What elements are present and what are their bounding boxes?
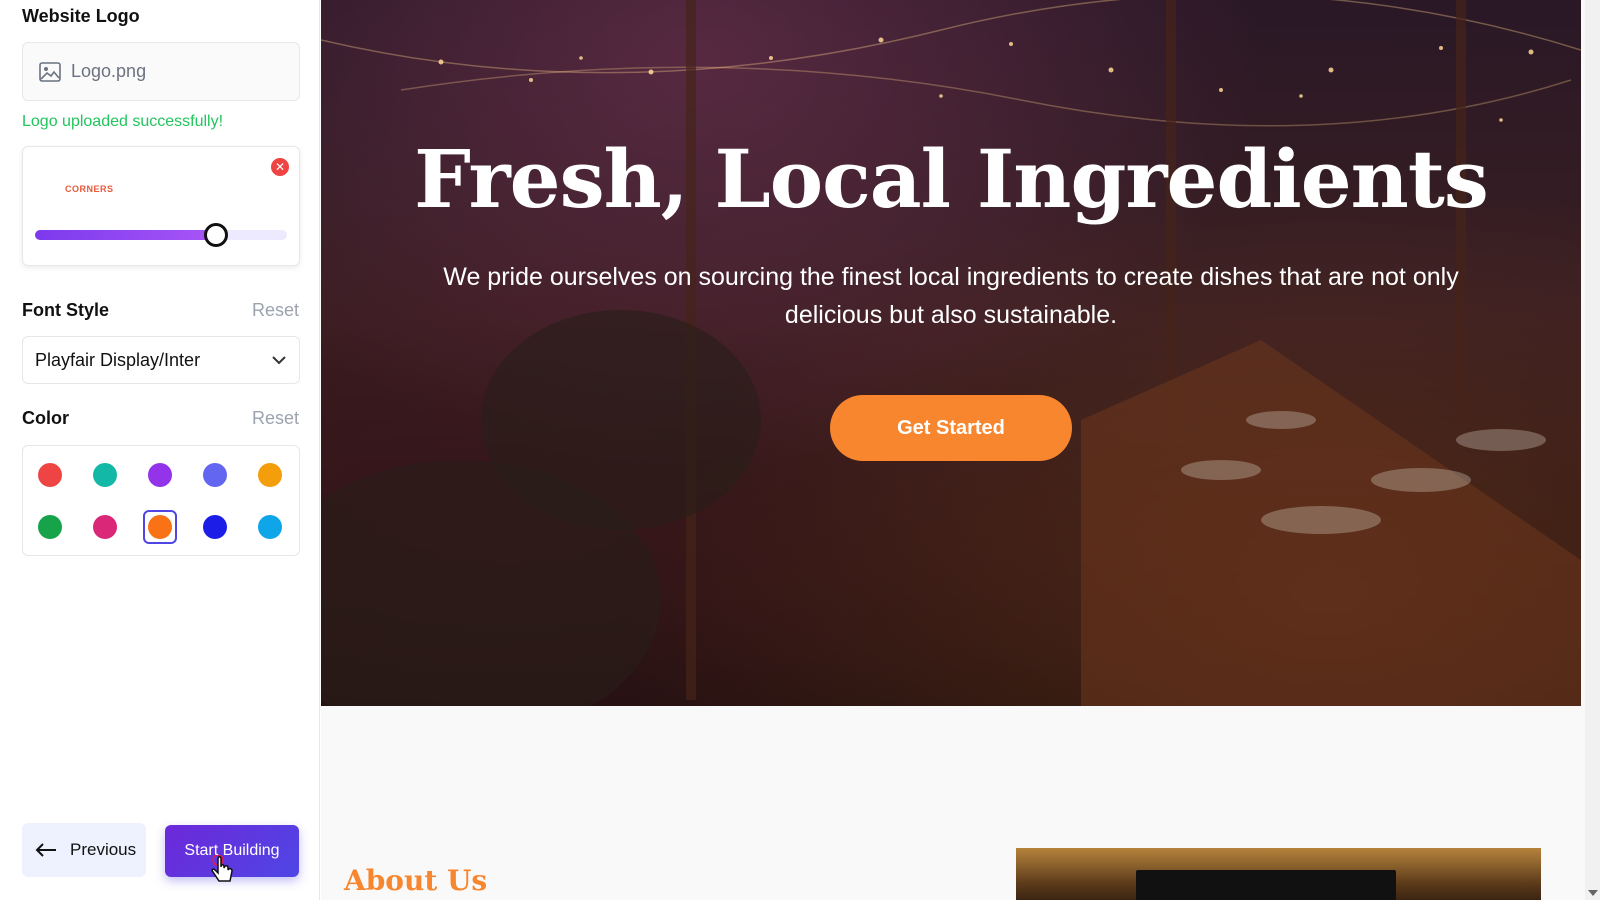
logo-preview-card: CORNERS ✕ (22, 146, 300, 266)
color-swatch[interactable] (143, 510, 177, 544)
color-swatch-dot (148, 463, 172, 487)
color-swatch[interactable] (33, 458, 67, 492)
color-swatch[interactable] (88, 458, 122, 492)
logo-file-name: Logo.png (71, 61, 147, 81)
about-heading: About Us (344, 864, 488, 897)
font-reset-link[interactable]: Reset (252, 300, 299, 321)
chevron-down-icon (272, 356, 286, 365)
logo-file-input[interactable]: Logo.png (22, 42, 300, 101)
color-swatch-dot (93, 463, 117, 487)
arrow-left-icon (35, 843, 56, 857)
font-style-select[interactable]: Playfair Display/Inter (22, 336, 300, 384)
hero-title: Fresh, Local Ingredients (414, 132, 1489, 226)
color-swatch[interactable] (143, 458, 177, 492)
about-image (1016, 848, 1541, 900)
website-preview: Fresh, Local Ingredients We pride oursel… (321, 0, 1585, 900)
image-icon (39, 61, 61, 82)
previous-label: Previous (70, 840, 137, 859)
upload-success-message: Logo uploaded successfully! (22, 113, 224, 130)
color-swatch[interactable] (253, 510, 287, 544)
get-started-button[interactable]: Get Started (830, 395, 1072, 461)
font-style-title: Font Style (22, 300, 110, 320)
color-swatch[interactable] (33, 510, 67, 544)
about-image-sign (1136, 870, 1396, 900)
x-icon: ✕ (274, 160, 286, 174)
hero-section: Fresh, Local Ingredients We pride oursel… (321, 0, 1581, 706)
color-reset-link[interactable]: Reset (252, 408, 299, 429)
color-swatch[interactable] (253, 458, 287, 492)
hand-cursor-icon (211, 855, 233, 882)
scroll-down-arrow-icon[interactable] (1588, 890, 1598, 896)
remove-logo-button[interactable]: ✕ (271, 158, 289, 176)
color-swatch-dot (38, 515, 62, 539)
settings-sidebar: Website Logo Logo.png Logo uploaded succ… (0, 0, 320, 900)
color-swatch-dot (148, 515, 172, 539)
color-swatch-dot (203, 515, 227, 539)
color-swatch-dot (93, 515, 117, 539)
color-swatch[interactable] (88, 510, 122, 544)
color-swatch-grid (22, 445, 300, 556)
slider-thumb[interactable] (204, 223, 229, 247)
logo-size-slider[interactable] (35, 223, 287, 247)
color-swatch-dot (258, 515, 282, 539)
hero-background-image (321, 0, 1581, 706)
color-swatch-dot (38, 463, 62, 487)
slider-fill (35, 230, 217, 240)
color-swatch-dot (258, 463, 282, 487)
color-title: Color (22, 408, 69, 428)
color-swatch[interactable] (198, 458, 232, 492)
color-swatch[interactable] (198, 510, 232, 544)
previous-button[interactable]: Previous (22, 823, 146, 877)
hero-subtitle: We pride ourselves on sourcing the fines… (443, 263, 1459, 329)
color-swatch-dot (203, 463, 227, 487)
logo-section-title: Website Logo (22, 6, 140, 26)
page-scrollbar[interactable] (1585, 0, 1600, 900)
logo-preview: CORNERS (65, 184, 114, 194)
font-select-value: Playfair Display/Inter (35, 349, 201, 370)
